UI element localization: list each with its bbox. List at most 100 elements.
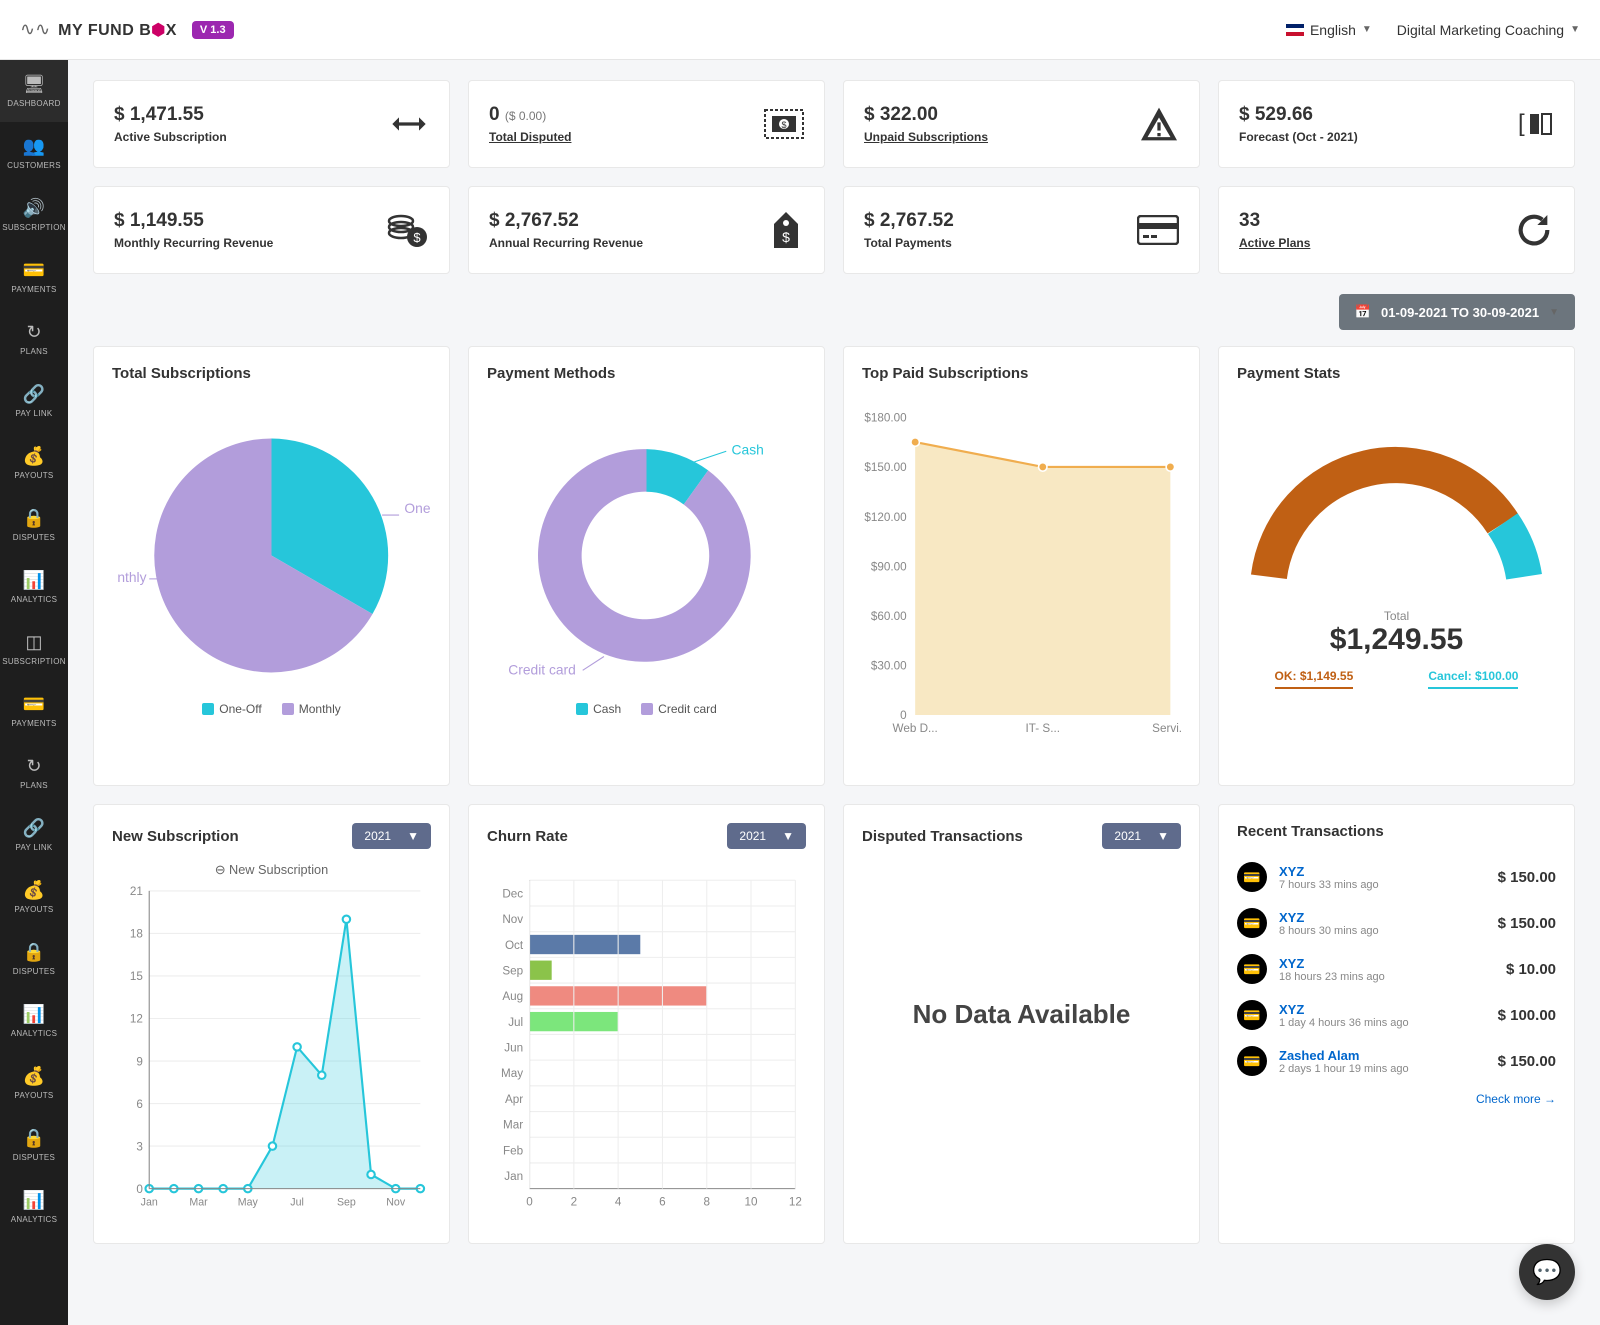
svg-text:Dec: Dec — [502, 887, 523, 900]
tx-time: 8 hours 30 mins ago — [1279, 925, 1486, 937]
kpi-card[interactable]: $ 1,471.55Active Subscription — [93, 80, 450, 168]
tx-time: 7 hours 33 mins ago — [1279, 879, 1486, 891]
svg-text:$180.00: $180.00 — [864, 412, 907, 425]
tx-amount: $ 150.00 — [1498, 915, 1556, 932]
sidebar-label: Disputes — [13, 1153, 55, 1162]
transaction-row[interactable]: 💳Zashed Alam2 days 1 hour 19 mins ago$ 1… — [1237, 1038, 1556, 1084]
kpi-card[interactable]: $ 529.66Forecast (Oct - 2021)[ — [1218, 80, 1575, 168]
pie-chart: One nthly — [112, 396, 431, 694]
sidebar-icon: ↻ — [26, 322, 41, 343]
sidebar-item-payouts[interactable]: 💰Payouts — [0, 1052, 68, 1114]
kpi-card[interactable]: $ 322.00Unpaid Subscriptions — [843, 80, 1200, 168]
tx-name: XYZ — [1279, 864, 1486, 879]
sidebar-item-subscription[interactable]: ◫Subscription — [0, 618, 68, 680]
sidebar-item-customers[interactable]: 👥Customers — [0, 122, 68, 184]
kpi-label: Forecast (Oct - 2021) — [1239, 130, 1358, 144]
legend-item: Monthly — [282, 702, 341, 716]
svg-text:Mar: Mar — [189, 1197, 208, 1209]
svg-text:6: 6 — [136, 1098, 143, 1111]
chat-button[interactable]: 💬 — [1519, 1244, 1575, 1300]
chart-payment-stats: Payment Stats Total $1,249.55 OK: $1,149… — [1218, 346, 1575, 786]
sidebar-item-plans[interactable]: ↻Plans — [0, 308, 68, 370]
kpi-label: Active Plans — [1239, 236, 1310, 250]
sidebar-label: Pay Link — [15, 843, 52, 852]
kpi-icon — [389, 104, 429, 144]
tx-name: XYZ — [1279, 1002, 1486, 1017]
chevron-down-icon: ▼ — [1157, 829, 1169, 843]
card-icon: 💳 — [1237, 954, 1267, 984]
sidebar-item-disputes[interactable]: 🔒Disputes — [0, 928, 68, 990]
language-selector[interactable]: English ▼ — [1286, 22, 1372, 38]
svg-text:6: 6 — [659, 1196, 666, 1209]
sidebar-icon: 💳 — [23, 260, 45, 281]
account-selector[interactable]: Digital Marketing Coaching ▼ — [1397, 22, 1580, 38]
sidebar-item-pay-link[interactable]: 🔗Pay Link — [0, 804, 68, 866]
sidebar-item-disputes[interactable]: 🔒Disputes — [0, 1114, 68, 1176]
kpi-card[interactable]: $ 1,149.55Monthly Recurring Revenue$ — [93, 186, 450, 274]
chart-row-2: New Subscription 2021▼ ⊖ New Subscriptio… — [93, 804, 1575, 1244]
sidebar-label: Payouts — [14, 905, 53, 914]
sidebar-label: Analytics — [11, 595, 58, 604]
sidebar-item-payments[interactable]: 💳Payments — [0, 246, 68, 308]
svg-text:Sep: Sep — [502, 964, 523, 977]
svg-text:One: One — [404, 500, 430, 516]
check-more-link[interactable]: Check more → — [1237, 1092, 1556, 1106]
calendar-icon: 📅 — [1355, 304, 1371, 320]
sidebar-label: Subscription — [2, 223, 66, 232]
sidebar-item-disputes[interactable]: 🔒Disputes — [0, 494, 68, 556]
sidebar-item-pay-link[interactable]: 🔗Pay Link — [0, 370, 68, 432]
svg-text:Jan: Jan — [504, 1170, 523, 1183]
sidebar-item-payments[interactable]: 💳Payments — [0, 680, 68, 742]
year-selector[interactable]: 2021▼ — [352, 823, 431, 849]
sidebar-icon: 💰 — [23, 446, 45, 467]
sidebar-item-analytics[interactable]: 📊Analytics — [0, 1176, 68, 1238]
tx-time: 2 days 1 hour 19 mins ago — [1279, 1063, 1486, 1075]
kpi-card[interactable]: $ 2,767.52Total Payments — [843, 186, 1200, 274]
transaction-row[interactable]: 💳XYZ1 day 4 hours 36 mins ago$ 100.00 — [1237, 992, 1556, 1038]
logo[interactable]: ∿∿ MY FUND B⬢X — [20, 19, 177, 40]
sidebar-item-analytics[interactable]: 📊Analytics — [0, 990, 68, 1052]
sidebar-item-analytics[interactable]: 📊Analytics — [0, 556, 68, 618]
chart-total-subscriptions: Total Subscriptions One nthly One-Off Mo… — [93, 346, 450, 786]
sidebar-item-subscription[interactable]: 🔊Subscription — [0, 184, 68, 246]
year-selector[interactable]: 2021▼ — [1102, 823, 1181, 849]
tx-name: Zashed Alam — [1279, 1048, 1486, 1063]
sidebar-item-payouts[interactable]: 💰 Payouts — [0, 866, 68, 928]
kpi-card[interactable]: 33Active Plans — [1218, 186, 1575, 274]
gauge-total-label: Total — [1237, 609, 1556, 623]
chart-title: Disputed Transactions — [862, 828, 1023, 845]
donut-chart: Cash Credit card — [487, 396, 806, 694]
svg-text:18: 18 — [130, 928, 143, 941]
kpi-card[interactable]: 0 ($ 0.00)Total Disputed$ — [468, 80, 825, 168]
sidebar-item-payouts[interactable]: 💰Payouts — [0, 432, 68, 494]
svg-text:0: 0 — [526, 1196, 533, 1209]
svg-text:Sep: Sep — [337, 1197, 356, 1209]
sidebar-item-plans[interactable]: ↻Plans — [0, 742, 68, 804]
kpi-icon — [1514, 210, 1554, 250]
chart-churn-rate: Churn Rate 2021▼ DecNovOctSepAugJulJunMa… — [468, 804, 825, 1244]
svg-text:Nov: Nov — [386, 1197, 406, 1209]
sidebar-label: Disputes — [13, 533, 55, 542]
kpi-value: $ 322.00 — [864, 104, 988, 126]
tx-time: 1 day 4 hours 36 mins ago — [1279, 1017, 1486, 1029]
tx-amount: $ 100.00 — [1498, 1007, 1556, 1024]
sidebar-item-dashboard[interactable]: 🖥Dashboard — [0, 60, 68, 122]
transaction-row[interactable]: 💳XYZ18 hours 23 mins ago$ 10.00 — [1237, 946, 1556, 992]
svg-text:8: 8 — [703, 1196, 710, 1209]
svg-text:$: $ — [782, 229, 790, 245]
chevron-down-icon: ▼ — [1362, 24, 1372, 35]
kpi-card[interactable]: $ 2,767.52Annual Recurring Revenue$ — [468, 186, 825, 274]
area-chart: ⊖ New Subscription036912151821JanMarMayJ… — [112, 859, 431, 1221]
date-range-selector[interactable]: 📅 01-09-2021 TO 30-09-2021 ▼ — [1339, 294, 1575, 330]
year-selector[interactable]: 2021▼ — [727, 823, 806, 849]
transaction-row[interactable]: 💳XYZ8 hours 30 mins ago$ 150.00 — [1237, 900, 1556, 946]
svg-text:Jul: Jul — [508, 1016, 523, 1029]
svg-text:Oct: Oct — [505, 939, 524, 952]
kpi-label: Annual Recurring Revenue — [489, 236, 643, 250]
sidebar-icon: 💰 — [23, 880, 45, 901]
top-header: ∿∿ MY FUND B⬢X V 1.3 English ▼ Digital M… — [0, 0, 1600, 60]
svg-text:Servi...: Servi... — [1152, 722, 1181, 735]
svg-text:⊖ New Subscription: ⊖ New Subscription — [215, 862, 328, 877]
kpi-value: $ 1,149.55 — [114, 210, 273, 232]
transaction-row[interactable]: 💳XYZ7 hours 33 mins ago$ 150.00 — [1237, 854, 1556, 900]
